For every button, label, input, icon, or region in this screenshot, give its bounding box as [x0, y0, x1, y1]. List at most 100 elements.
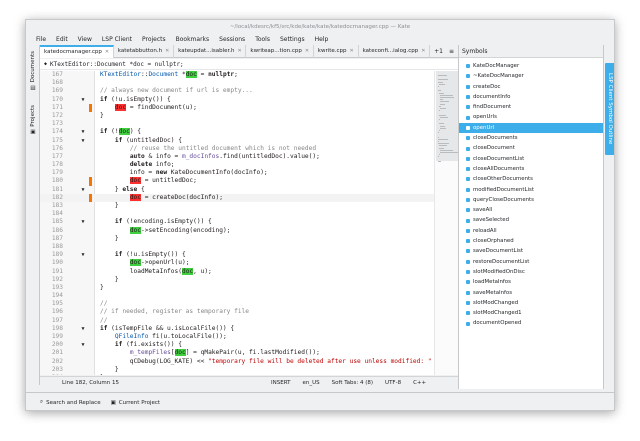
symbol-item[interactable]: findDocument [459, 102, 603, 112]
symbol-item[interactable]: closeAllDocuments [459, 164, 603, 174]
code-line[interactable]: 200 ▼ if (fi.exists()) { [40, 341, 458, 349]
symbol-item[interactable]: documentOpened [459, 318, 603, 328]
close-tab-icon[interactable]: ✕ [105, 47, 109, 58]
search-replace-tab[interactable]: ⌕ Search and Replace [40, 399, 101, 406]
symbol-item[interactable]: closeDocumentList [459, 154, 603, 164]
encoding-selector[interactable]: UTF-8 [379, 380, 407, 386]
code-line[interactable]: 177 auto & info = m_docInfos.find(untitl… [40, 153, 458, 161]
fold-arrow-icon[interactable]: ▼ [79, 341, 87, 349]
symbol-item[interactable]: saveSelected [459, 215, 603, 225]
code-line[interactable]: 169 // always new document if url is empt… [40, 87, 458, 95]
menu-tools[interactable]: Tools [250, 34, 275, 45]
tab-menu-icon[interactable]: ≡ [449, 48, 454, 55]
symbol-item[interactable]: openUrls [459, 112, 603, 122]
menu-lsp-client[interactable]: LSP Client [97, 34, 137, 45]
code-text[interactable]: doc = createDoc(docInfo); [100, 193, 223, 202]
symbol-item[interactable]: queryCloseDocuments [459, 195, 603, 205]
code-line[interactable]: 187 } [40, 235, 458, 243]
code-text[interactable]: } [100, 235, 119, 243]
code-text[interactable]: } [100, 202, 119, 210]
menu-settings[interactable]: Settings [275, 34, 310, 45]
code-text[interactable]: auto & info = m_docInfos.find(untitledDo… [100, 153, 320, 161]
code-line[interactable]: 203 } [40, 366, 458, 374]
symbol-item[interactable]: closeOtherDocuments [459, 174, 603, 184]
code-line[interactable]: 181 ▼ } else { [40, 186, 458, 194]
symbol-item[interactable]: slotModChanged1 [459, 308, 603, 318]
close-tab-icon[interactable]: ✕ [165, 45, 169, 58]
code-text[interactable]: // reuse the untitled document which is … [100, 145, 316, 153]
code-line[interactable]: 176 // reuse the untitled document which… [40, 145, 458, 153]
code-text[interactable]: if (!u.isEmpty()) { [100, 96, 171, 104]
code-text[interactable]: // [100, 317, 107, 325]
code-text[interactable]: doc->openUrl(u); [100, 259, 189, 267]
code-line[interactable]: 201 m_tempFiles[doc] = qMakePair(u, fi.l… [40, 349, 458, 357]
syntax-mode[interactable]: C++ [407, 380, 432, 386]
code-text[interactable]: } else { [100, 186, 145, 194]
indentation-settings[interactable]: Soft Tabs: 4 (8) [326, 380, 379, 386]
fold-arrow-icon[interactable]: ▼ [79, 251, 87, 259]
symbol-item[interactable]: restoreDocumentList [459, 257, 603, 267]
fold-arrow-icon[interactable]: ▼ [79, 137, 87, 145]
code-line[interactable]: 175 ▼ if (untitledDoc) { [40, 137, 458, 145]
menu-help[interactable]: Help [310, 34, 334, 45]
close-tab-icon[interactable]: ✕ [350, 45, 354, 58]
code-line[interactable]: 193} [40, 284, 458, 292]
code-line[interactable]: 196 // if needed, register as temporary f… [40, 308, 458, 316]
code-text[interactable]: delete info; [100, 161, 175, 169]
menu-sessions[interactable]: Sessions [214, 34, 250, 45]
code-text[interactable]: info = new KateDocumentInfo(docInfo); [100, 169, 268, 177]
code-line[interactable]: 168 [40, 79, 458, 87]
code-text[interactable]: doc->setEncoding(encoding); [100, 226, 230, 235]
code-line[interactable]: 179 info = new KateDocumentInfo(docInfo)… [40, 169, 458, 177]
code-line[interactable]: 188 [40, 243, 458, 251]
code-line[interactable]: 183 } [40, 202, 458, 210]
code-line[interactable]: 180 doc = untitledDoc; [40, 177, 458, 186]
code-text[interactable]: KTextEditor::Document *doc = nullptr; [100, 71, 238, 79]
symbol-item[interactable]: closeOrphaned [459, 236, 603, 246]
fold-arrow-icon[interactable]: ▼ [79, 325, 87, 333]
breadcrumb-text[interactable]: KTextEditor::Document *doc = nullptr; [50, 59, 184, 70]
symbol-item[interactable]: slotModifiedOnDisc [459, 267, 603, 277]
close-tab-icon[interactable]: ✕ [238, 45, 242, 58]
symbol-item[interactable]: KateDocManager [459, 61, 603, 71]
code-text[interactable]: } [100, 112, 104, 120]
menu-projects[interactable]: Projects [137, 34, 171, 45]
fold-arrow-icon[interactable]: ▼ [79, 96, 87, 104]
code-text[interactable]: if (isTempFile && u.isLocalFile()) { [100, 325, 234, 333]
menu-file[interactable]: File [31, 34, 51, 45]
document-tab[interactable]: kwrite.cpp ✕ [314, 45, 359, 58]
code-line[interactable]: 172} [40, 112, 458, 120]
projects-panel-tab[interactable]: ▣ Projects [28, 105, 38, 135]
code-text[interactable]: if (!encoding.isEmpty()) { [100, 218, 212, 226]
code-text[interactable]: m_tempFiles[doc] = qMakePair(u, fi.lastM… [100, 349, 320, 357]
code-text[interactable]: } [100, 276, 119, 284]
close-tab-icon[interactable]: ✕ [305, 45, 309, 58]
code-text[interactable]: // always new document if url is empty..… [100, 87, 253, 95]
code-line[interactable]: 186 doc->setEncoding(encoding); [40, 226, 458, 235]
fold-arrow-icon[interactable]: ▼ [79, 218, 87, 226]
code-text[interactable]: } [100, 284, 104, 292]
code-text[interactable]: QFileInfo fi(u.toLocalFile()); [100, 333, 227, 341]
code-line[interactable]: 191 loadMetaInfos(doc, u); [40, 267, 458, 276]
symbol-item[interactable]: loadMetaInfos [459, 277, 603, 287]
code-line[interactable]: 199 QFileInfo fi(u.toLocalFile()); [40, 333, 458, 341]
code-line[interactable]: 189 ▼ if (!u.isEmpty()) { [40, 251, 458, 259]
code-line[interactable]: 202 qCDebug(LOG_KATE) << "temporary file… [40, 358, 458, 366]
dictionary-language[interactable]: en_US [296, 380, 325, 386]
close-tab-icon[interactable]: ✕ [421, 45, 425, 58]
documents-panel-tab[interactable]: ▤ Documents [28, 51, 38, 90]
symbol-item[interactable]: reloadAll [459, 226, 603, 236]
code-text[interactable]: doc = untitledDoc; [100, 177, 197, 185]
lsp-symbol-outline-tab[interactable]: LSP Client Symbol Outline [605, 63, 614, 155]
symbol-item[interactable]: saveAll [459, 205, 603, 215]
symbol-item[interactable]: saveDocumentList [459, 246, 603, 256]
document-tab[interactable]: katetabbutton.h ✕ [114, 45, 175, 58]
symbol-item[interactable]: closeDocuments [459, 133, 603, 143]
document-tab[interactable]: kwriteap...tion.cpp ✕ [246, 45, 314, 58]
code-text[interactable]: } [100, 374, 104, 375]
code-text[interactable]: if (!u.isEmpty()) { [100, 251, 186, 259]
code-editor[interactable]: ◆ KTextEditor::Document *doc = nullptr; … [40, 59, 458, 375]
code-line[interactable]: 171 doc = findDocument(u); [40, 103, 458, 112]
code-text[interactable]: if (untitledDoc) { [100, 137, 182, 145]
document-tab[interactable]: katedocmanager.cpp ✕ [40, 45, 114, 58]
